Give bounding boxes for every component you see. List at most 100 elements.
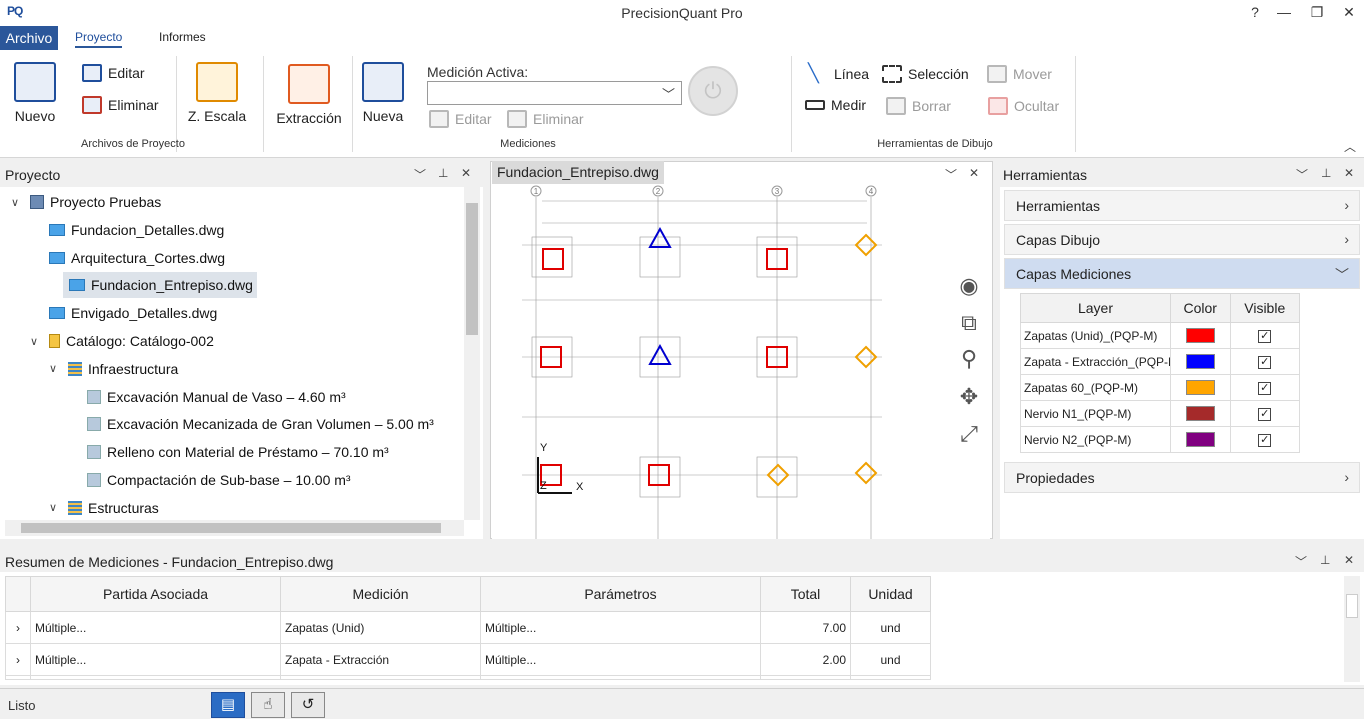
tree-item[interactable]: ∨ Infraestructura xyxy=(46,356,182,382)
section-capas-dibujo[interactable]: Capas Dibujo › xyxy=(1004,224,1360,255)
measure-mode-button[interactable]: ▤ xyxy=(211,692,245,718)
chevron-right-icon[interactable]: › xyxy=(5,643,31,676)
scroll-thumb[interactable] xyxy=(1346,594,1358,618)
hand-tool-button[interactable]: ☝ xyxy=(251,692,285,718)
chevron-down-icon[interactable]: ﹀ xyxy=(1295,553,1307,570)
zoom-window-icon[interactable]: ⧉ xyxy=(956,310,982,336)
visible-checkbox[interactable]: ✓ xyxy=(1258,330,1272,343)
column-header-visible[interactable]: Visible xyxy=(1229,293,1301,323)
borrar-button[interactable]: Borrar xyxy=(886,97,951,115)
scroll-thumb[interactable] xyxy=(21,523,441,533)
ocultar-button[interactable]: Ocultar xyxy=(988,97,1059,115)
maximize-button[interactable]: ❐ xyxy=(1306,2,1328,22)
tree-item[interactable]: ∨ Catálogo: Catálogo-002 xyxy=(27,328,218,354)
z-escala-button[interactable]: Z. Escala xyxy=(186,62,248,124)
expand-toggle-icon[interactable]: ∨ xyxy=(8,196,22,209)
pan-icon[interactable]: ✥ xyxy=(956,384,982,410)
table-row[interactable]: › Múltiple... Zapatas (Unid) Múltiple... 7.0… xyxy=(5,611,931,644)
tree-item[interactable]: Fundacion_Detalles.dwg xyxy=(27,217,228,243)
tree-item[interactable]: Compactación de Sub-base – 10.00 m³ xyxy=(65,467,355,493)
color-swatch[interactable] xyxy=(1185,354,1215,370)
pin-icon[interactable]: ⊥ xyxy=(1321,166,1331,180)
nueva-medicion-button[interactable]: Nueva xyxy=(360,62,406,124)
eliminar-archivo-button[interactable]: Eliminar xyxy=(82,96,159,114)
close-tab-icon[interactable]: ✕ xyxy=(969,166,979,180)
nuevo-button[interactable]: Nuevo xyxy=(12,62,58,124)
visible-checkbox[interactable]: ✓ xyxy=(1258,434,1272,447)
layer-color-cell[interactable] xyxy=(1170,322,1231,349)
tree-item[interactable]: Excavación Manual de Vaso – 4.60 m³ xyxy=(65,384,350,410)
pin-icon[interactable]: ⊥ xyxy=(1320,553,1330,567)
linea-button[interactable]: ╲ Línea xyxy=(808,64,869,83)
power-button[interactable]: ⏻ xyxy=(688,66,738,116)
color-swatch[interactable] xyxy=(1185,328,1215,344)
layer-row[interactable]: Zapatas 60_(PQP-M) ✓ xyxy=(1020,374,1301,401)
cad-drawing[interactable]: 1 2 3 4 Y X Z xyxy=(492,185,990,539)
document-tab[interactable]: Fundacion_Entrepiso.dwg xyxy=(492,161,664,184)
close-button[interactable]: ✕ xyxy=(1338,2,1360,22)
layer-color-cell[interactable] xyxy=(1170,348,1231,375)
section-capas-mediciones[interactable]: Capas Mediciones ﹀ xyxy=(1004,258,1360,289)
section-herramientas[interactable]: Herramientas › xyxy=(1004,190,1360,221)
collapse-ribbon-icon[interactable]: ︿ xyxy=(1344,138,1356,155)
chevron-down-icon[interactable]: ﹀ xyxy=(945,166,957,183)
table-row[interactable] xyxy=(5,675,931,680)
medir-button[interactable]: Medir xyxy=(805,97,866,113)
section-propiedades[interactable]: Propiedades › xyxy=(1004,462,1360,493)
color-swatch[interactable] xyxy=(1185,380,1215,396)
editar-archivo-button[interactable]: Editar xyxy=(82,64,145,82)
layer-row[interactable]: Nervio N2_(PQP-M) ✓ xyxy=(1020,426,1301,453)
color-swatch[interactable] xyxy=(1185,432,1215,448)
column-header-color[interactable]: Color xyxy=(1170,293,1231,323)
orbit-icon[interactable]: ◉ xyxy=(956,273,982,299)
column-header-unidad[interactable]: Unidad xyxy=(850,576,931,612)
layer-color-cell[interactable] xyxy=(1170,374,1231,401)
eliminar-medicion-button[interactable]: Eliminar xyxy=(507,110,584,128)
tree-item[interactable]: Relleno con Material de Préstamo – 70.10… xyxy=(65,439,393,465)
tab-informes[interactable]: Informes xyxy=(159,30,206,44)
table-row[interactable]: › Múltiple... Zapata - Extracción Múltiple.… xyxy=(5,643,931,676)
tree-item[interactable]: Envigado_Detalles.dwg xyxy=(27,300,221,326)
pin-icon[interactable]: ⊥ xyxy=(438,166,448,180)
zapata60-mark[interactable] xyxy=(854,461,878,485)
expand-toggle-icon[interactable]: ∨ xyxy=(27,335,41,348)
layer-color-cell[interactable] xyxy=(1170,426,1231,453)
editar-medicion-button[interactable]: Editar xyxy=(429,110,492,128)
tree-item[interactable]: Arquitectura_Cortes.dwg xyxy=(27,245,229,271)
column-header-parametros[interactable]: Parámetros xyxy=(480,576,761,612)
tab-proyecto[interactable]: Proyecto xyxy=(75,30,123,48)
column-header-partida[interactable]: Partida Asociada xyxy=(30,576,281,612)
tree-item[interactable]: Fundacion_Entrepiso.dwg xyxy=(63,272,257,299)
column-header-layer[interactable]: Layer xyxy=(1020,293,1171,323)
zoom-extents-icon[interactable]: ⤢ xyxy=(956,421,982,447)
medicion-activa-select[interactable]: ﹀ xyxy=(427,81,682,105)
horizontal-scrollbar[interactable] xyxy=(5,520,464,536)
drawing-canvas[interactable]: 1 2 3 4 Y X Z xyxy=(492,185,990,539)
layer-row[interactable]: Zapatas (Unid)_(PQP-M) ✓ xyxy=(1020,322,1301,349)
visible-checkbox[interactable]: ✓ xyxy=(1258,408,1272,421)
layer-row[interactable]: Nervio N1_(PQP-M) ✓ xyxy=(1020,400,1301,427)
column-header-total[interactable]: Total xyxy=(760,576,851,612)
zoom-icon[interactable]: ⚲ xyxy=(956,346,982,372)
tree-item[interactable]: ∨ Proyecto Pruebas xyxy=(8,189,165,215)
help-button[interactable]: ? xyxy=(1244,2,1266,22)
chevron-down-icon[interactable]: ﹀ xyxy=(1296,166,1308,183)
extraccion-mark[interactable] xyxy=(648,343,672,365)
minimize-button[interactable]: — xyxy=(1273,2,1295,22)
archivo-menu[interactable]: Archivo xyxy=(0,26,58,50)
visible-checkbox[interactable]: ✓ xyxy=(1258,382,1272,395)
undo-button[interactable]: ↺ xyxy=(291,692,325,718)
tree-item[interactable]: Excavación Mecanizada de Gran Volumen – … xyxy=(65,411,438,437)
close-icon[interactable]: ✕ xyxy=(1344,553,1354,567)
column-header-medicion[interactable]: Medición xyxy=(280,576,481,612)
close-icon[interactable]: ✕ xyxy=(1344,166,1354,180)
vertical-scrollbar[interactable] xyxy=(464,187,480,520)
scroll-thumb[interactable] xyxy=(466,203,478,335)
chevron-right-icon[interactable]: › xyxy=(5,611,31,644)
layer-row[interactable]: Zapata - Extracción_(PQP-M) ✓ xyxy=(1020,348,1301,375)
expand-toggle-icon[interactable]: ∨ xyxy=(46,501,60,514)
close-icon[interactable]: ✕ xyxy=(461,166,471,180)
visible-checkbox[interactable]: ✓ xyxy=(1258,356,1272,369)
extraccion-button[interactable]: Extracción xyxy=(273,64,345,126)
seleccion-button[interactable]: Selección xyxy=(882,65,969,83)
